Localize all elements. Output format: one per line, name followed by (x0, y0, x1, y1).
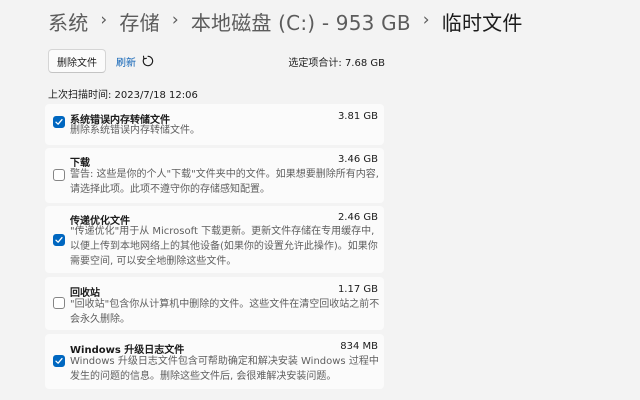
chevron-right-icon: › (100, 10, 108, 30)
checkbox-delivery-optimization[interactable] (53, 234, 65, 246)
chevron-right-icon: › (171, 10, 179, 30)
item-size: 3.46 GB (337, 154, 378, 165)
item-description: Windows 升级日志文件包含可帮助确定和解决安装 Windows 过程中发生… (70, 356, 379, 382)
page-title: 临时文件 (441, 10, 523, 35)
item-description: "传递优化"用于从 Microsoft 下载更新。更新文件存储在专用缓存中, 以… (70, 226, 378, 267)
breadcrumb-item-storage[interactable]: 存储 (119, 7, 159, 36)
breadcrumb-item-system[interactable]: 系统 (48, 7, 88, 36)
refresh-icon (142, 55, 154, 67)
selected-total: 选定项合计: 7.68 GB (288, 57, 385, 69)
item-size: 3.81 GB (337, 111, 378, 122)
list-item-delivery-optimization: 传递优化文件 2.46 GB "传递优化"用于从 Microsoft 下载更新。… (45, 206, 384, 273)
delete-files-label: 删除文件 (57, 57, 97, 69)
item-description: "回收站"包含你从计算机中删除的文件。这些文件在清空回收站之前不会永久删除。 (70, 299, 380, 325)
checkmark-icon (55, 118, 63, 125)
chevron-right-icon: › (422, 10, 430, 30)
checkbox-downloads[interactable] (53, 169, 65, 181)
item-description: 警告: 这些是你的个人"下载"文件夹中的文件。如果想要删除所有内容, 请选择此项… (70, 169, 379, 195)
item-size: 834 MB (340, 341, 378, 352)
delete-files-button[interactable]: 删除文件 (48, 49, 106, 73)
refresh-button[interactable]: 刷新 (116, 54, 154, 69)
checkbox-system-error-dumps[interactable] (53, 116, 65, 128)
list-item-windows-upgrade-logs: Windows 升级日志文件 834 MB Windows 升级日志文件包含可帮… (45, 334, 384, 389)
list-item-downloads: 下载 3.46 GB 警告: 这些是你的个人"下载"文件夹中的文件。如果想要删除… (45, 148, 384, 203)
item-size: 2.46 GB (337, 212, 378, 223)
item-description: 删除系统错误内存转储文件。 (70, 125, 200, 136)
item-size: 1.17 GB (337, 284, 378, 295)
list-item-system-error-dumps: 系统错误内存转储文件 3.81 GB 删除系统错误内存转储文件。 (45, 104, 384, 145)
refresh-label: 刷新 (116, 57, 136, 69)
checkbox-windows-upgrade-logs[interactable] (53, 355, 65, 367)
breadcrumb-item-local-disk[interactable]: 本地磁盘 (C:) - 953 GB (191, 7, 411, 36)
toolbar: 删除文件 刷新 选定项合计: 7.68 GB (48, 49, 385, 73)
checkbox-recycle-bin[interactable] (53, 297, 65, 309)
last-scan-time: 上次扫描时间: 2023/7/18 12:06 (48, 90, 198, 101)
breadcrumb: 系统 › 存储 › 本地磁盘 (C:) - 953 GB › 临时文件 (48, 6, 523, 36)
checkmark-icon (55, 236, 63, 243)
checkmark-icon (55, 357, 63, 364)
list-item-recycle-bin: 回收站 1.17 GB "回收站"包含你从计算机中删除的文件。这些文件在清空回收… (45, 277, 384, 330)
